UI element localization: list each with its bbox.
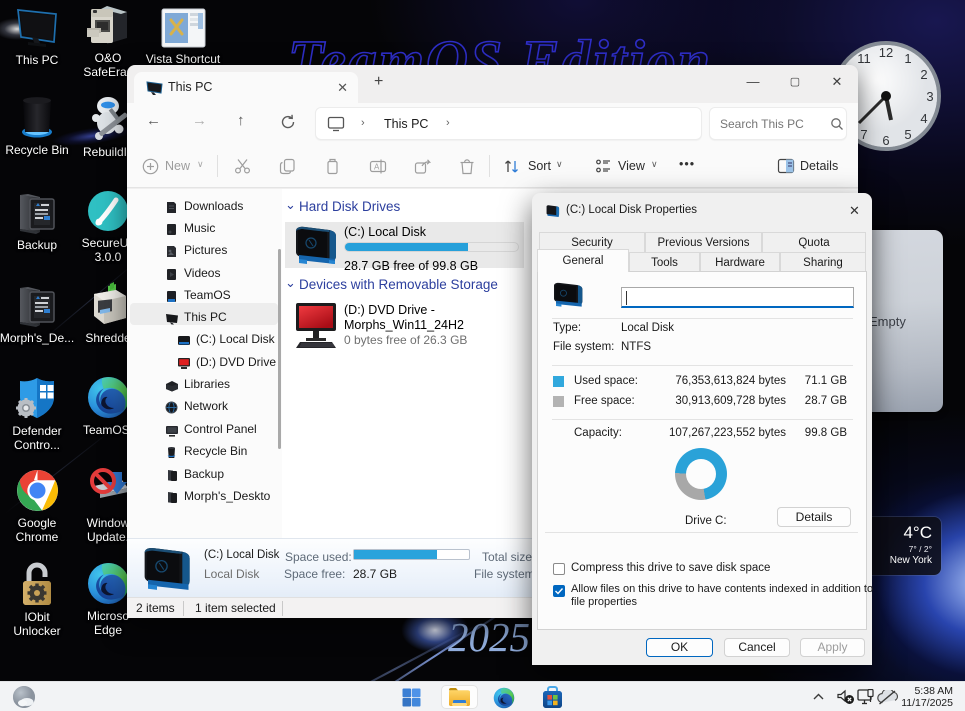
svg-text:7: 7 <box>860 127 867 142</box>
svg-text:4: 4 <box>920 111 927 126</box>
svg-text:2025: 2025 <box>448 614 530 660</box>
svg-text:1: 1 <box>904 51 911 66</box>
svg-text:2: 2 <box>920 67 927 82</box>
svg-text:11: 11 <box>857 51 871 66</box>
svg-text:3: 3 <box>926 89 933 104</box>
svg-text:12: 12 <box>879 45 893 60</box>
svg-text:5: 5 <box>904 127 911 142</box>
svg-text:A: A <box>374 163 380 172</box>
svg-text:6: 6 <box>882 133 889 148</box>
